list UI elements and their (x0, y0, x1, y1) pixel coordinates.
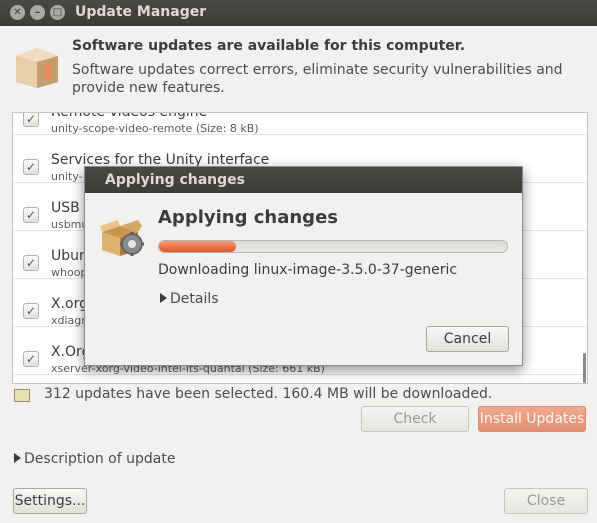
minimize-window-icon[interactable]: – (30, 5, 45, 20)
description-label: Description of update (24, 451, 176, 467)
dialog-heading: Applying changes (158, 207, 338, 228)
install-updates-button[interactable]: Install Updates (478, 406, 586, 432)
title-bar: ✕ – □ Update Manager (0, 0, 597, 26)
update-name: Remote videos engine (51, 112, 208, 120)
update-name: X.org (51, 296, 89, 312)
dialog-status: Downloading linux-image-3.5.0-37-generic (158, 262, 458, 278)
window-title: Update Manager (75, 4, 207, 20)
check-button[interactable]: Check (361, 406, 469, 432)
dialog-window-title: Applying changes (105, 172, 245, 188)
list-item[interactable]: ✓ Remote videos engine unity-scope-video… (13, 112, 587, 135)
update-checkbox[interactable]: ✓ (23, 207, 39, 223)
details-label: Details (170, 291, 219, 307)
selection-status: 312 updates have been selected. 160.4 MB… (44, 386, 493, 402)
close-button[interactable]: Close (504, 488, 588, 514)
progress-fill (159, 241, 236, 252)
update-package: unity-scope-video-remote (Size: 8 kB) (51, 122, 259, 135)
header-title: Software updates are available for this … (72, 38, 466, 54)
header-subtitle: Software updates correct errors, elimina… (72, 62, 563, 96)
update-checkbox[interactable]: ✓ (23, 159, 39, 175)
details-arrow-icon (160, 293, 167, 303)
update-checkbox[interactable]: ✓ (23, 351, 39, 367)
expander-arrow-icon (14, 453, 21, 463)
close-window-icon[interactable]: ✕ (10, 5, 25, 20)
settings-button[interactable]: Settings... (13, 488, 87, 514)
maximize-window-icon[interactable]: □ (50, 5, 65, 20)
dialog-title-bar: Applying changes (85, 167, 522, 193)
update-package: usbmu (51, 218, 89, 231)
update-name: Ubun (51, 248, 88, 264)
applying-changes-dialog: Applying changes Applying changes Downlo… (84, 166, 523, 366)
details-expander[interactable]: Details (160, 291, 219, 307)
update-checkbox[interactable]: ✓ (23, 255, 39, 271)
update-package: unity- (51, 170, 83, 183)
update-checkbox[interactable]: ✓ (23, 303, 39, 319)
download-progress-bar (158, 240, 508, 253)
package-box-icon (16, 48, 58, 88)
update-package: xdiagr (51, 314, 86, 327)
update-checkbox[interactable]: ✓ (23, 113, 39, 127)
list-scrollbar[interactable] (583, 353, 586, 383)
update-package: whoop (51, 266, 88, 279)
cancel-button[interactable]: Cancel (426, 326, 509, 352)
download-size-icon (14, 389, 30, 402)
description-expander[interactable]: Description of update (14, 451, 175, 467)
package-install-icon (100, 220, 144, 256)
